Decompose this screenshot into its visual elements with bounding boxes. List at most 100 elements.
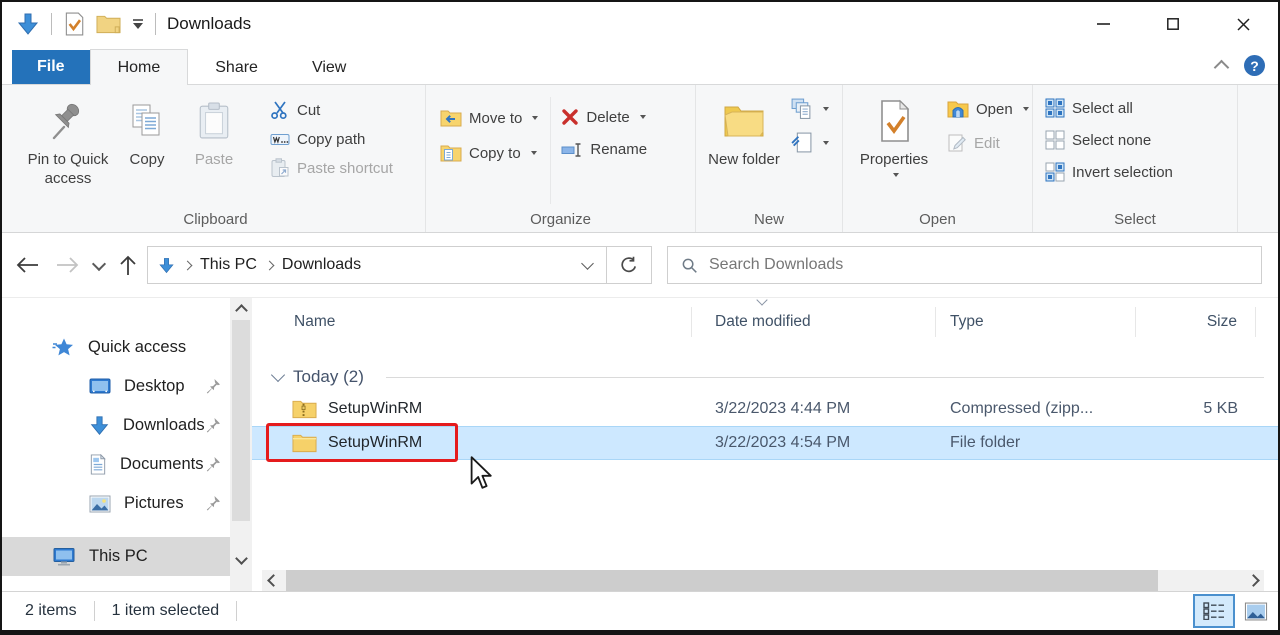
new-item-button[interactable] xyxy=(790,97,829,120)
copy-to-label: Copy to xyxy=(469,145,521,162)
this-pc-icon xyxy=(52,546,76,567)
sidebar-item-this-pc[interactable]: This PC xyxy=(2,537,230,576)
rename-button[interactable]: Rename xyxy=(561,141,647,158)
up-button[interactable] xyxy=(119,255,137,276)
file-list: Name Date modified Type Size Today (2) xyxy=(252,298,1278,591)
group-collapse-icon[interactable] xyxy=(271,367,285,381)
minimize-ribbon-icon[interactable] xyxy=(1214,60,1230,76)
select-all-icon xyxy=(1045,98,1065,118)
file-name: SetupWinRM xyxy=(328,400,422,418)
paste-shortcut-button[interactable]: Paste shortcut xyxy=(270,158,393,178)
sidebar-item-desktop[interactable]: Desktop xyxy=(2,367,230,406)
properties-qat-button[interactable] xyxy=(63,12,85,36)
address-bar[interactable]: This PC Downloads xyxy=(147,246,652,284)
maximize-button[interactable] xyxy=(1138,2,1208,46)
new-folder-qat-button[interactable] xyxy=(96,13,121,35)
refresh-button[interactable] xyxy=(606,247,651,283)
properties-button[interactable]: Properties xyxy=(851,85,937,232)
open-label: Open xyxy=(976,101,1013,118)
sidebar-item-downloads[interactable]: Downloads xyxy=(2,406,230,445)
invert-selection-button[interactable]: Invert selection xyxy=(1045,162,1173,182)
horizontal-scrollbar[interactable] xyxy=(262,570,1264,591)
column-header-date-modified[interactable]: Date modified xyxy=(692,307,936,337)
sidebar-item-documents[interactable]: Documents xyxy=(2,445,230,484)
new-folder-icon xyxy=(722,94,766,148)
pushpin-icon xyxy=(49,94,87,148)
paste-button[interactable]: Paste xyxy=(178,85,250,232)
new-folder-button[interactable]: New folder xyxy=(706,85,782,232)
search-input[interactable]: Search Downloads xyxy=(667,246,1262,284)
scrollbar-thumb[interactable] xyxy=(232,320,250,521)
quick-access-toolbar xyxy=(16,12,156,36)
delete-x-icon xyxy=(561,108,579,126)
new-item-dropdown-icon xyxy=(823,107,829,111)
column-header-type[interactable]: Type xyxy=(936,307,1136,337)
sidebar-item-pictures[interactable]: Pictures xyxy=(2,484,230,523)
column-header-size[interactable]: Size xyxy=(1136,307,1256,337)
recent-locations-dropdown-icon[interactable] xyxy=(92,256,106,270)
title-bar: Downloads xyxy=(2,2,1278,46)
breadcrumb-chevron-icon[interactable] xyxy=(264,260,274,270)
copy-to-button[interactable]: Copy to xyxy=(440,143,538,163)
status-divider xyxy=(94,601,95,621)
scrollbar-track[interactable] xyxy=(284,570,1242,591)
view-toggle-buttons xyxy=(1193,592,1278,630)
copy-button[interactable]: Copy xyxy=(116,85,178,232)
select-all-button[interactable]: Select all xyxy=(1045,98,1173,118)
scrollbar-thumb[interactable] xyxy=(286,570,1158,591)
forward-button[interactable] xyxy=(55,256,79,274)
address-dropdown-icon[interactable] xyxy=(581,257,594,270)
ribbon-group-select: Select all Select none xyxy=(1033,85,1238,232)
details-view-button[interactable] xyxy=(1193,594,1235,628)
breadcrumb-chevron-icon[interactable] xyxy=(183,260,193,270)
file-type-cell: Compressed (zipp... xyxy=(936,400,1136,418)
tab-home[interactable]: Home xyxy=(90,49,189,85)
pictures-icon xyxy=(89,495,111,513)
sidebar-scrollbar[interactable] xyxy=(230,298,252,591)
pin-icon xyxy=(205,378,221,394)
close-button[interactable] xyxy=(1208,2,1278,46)
edit-label: Edit xyxy=(974,135,1000,152)
scroll-right-icon[interactable] xyxy=(1242,570,1264,591)
delete-label: Delete xyxy=(586,109,629,126)
help-icon[interactable]: ? xyxy=(1244,55,1265,76)
status-bar: 2 items 1 item selected xyxy=(2,591,1278,630)
open-dropdown-icon xyxy=(1023,107,1029,111)
qat-customize-dropdown[interactable] xyxy=(132,19,144,30)
copy-path-button[interactable]: Copy path xyxy=(270,129,393,149)
breadcrumb-this-pc[interactable]: This PC xyxy=(200,256,257,274)
file-row-folder-selected[interactable]: SetupWinRM 3/22/2023 4:54 PM File folder xyxy=(252,426,1278,460)
open-small-buttons: Open Edit xyxy=(947,85,1029,232)
move-to-button[interactable]: Move to xyxy=(440,108,538,128)
downloads-label: Downloads xyxy=(123,416,205,435)
breadcrumb-downloads[interactable]: Downloads xyxy=(282,256,361,274)
organize-column-1: Move to Copy to xyxy=(440,85,538,232)
navigation-bar: This PC Downloads Search Downloads xyxy=(2,233,1278,298)
delete-button[interactable]: Delete xyxy=(561,108,647,126)
easy-access-button[interactable] xyxy=(790,131,829,154)
thumbnail-view-button[interactable] xyxy=(1238,596,1274,626)
column-header-name[interactable]: Name xyxy=(252,307,692,337)
minimize-button[interactable] xyxy=(1068,2,1138,46)
organize-group-label: Organize xyxy=(426,211,695,228)
move-to-icon xyxy=(440,108,462,128)
sidebar-item-quick-access[interactable]: Quick access xyxy=(2,328,230,367)
back-button[interactable] xyxy=(16,256,40,274)
select-none-button[interactable]: Select none xyxy=(1045,130,1173,150)
edit-button[interactable]: Edit xyxy=(947,133,1029,153)
open-button[interactable]: Open xyxy=(947,99,1029,119)
copy-path-icon xyxy=(270,129,290,149)
cut-button[interactable]: Cut xyxy=(270,100,393,120)
group-header-today[interactable]: Today (2) xyxy=(252,362,1278,392)
zip-folder-icon xyxy=(292,398,317,420)
tab-view[interactable]: View xyxy=(285,51,373,84)
tab-file[interactable]: File xyxy=(12,50,90,84)
scroll-up-icon[interactable] xyxy=(230,298,252,318)
file-row-zip[interactable]: SetupWinRM 3/22/2023 4:44 PM Compressed … xyxy=(252,392,1278,426)
scroll-down-icon[interactable] xyxy=(230,549,252,569)
scroll-left-icon[interactable] xyxy=(262,570,284,591)
invert-selection-icon xyxy=(1045,162,1065,182)
pin-to-quick-access-button[interactable]: Pin to Quick access xyxy=(20,85,116,232)
tab-share[interactable]: Share xyxy=(188,51,285,84)
date-modified-header-label: Date modified xyxy=(715,313,811,331)
